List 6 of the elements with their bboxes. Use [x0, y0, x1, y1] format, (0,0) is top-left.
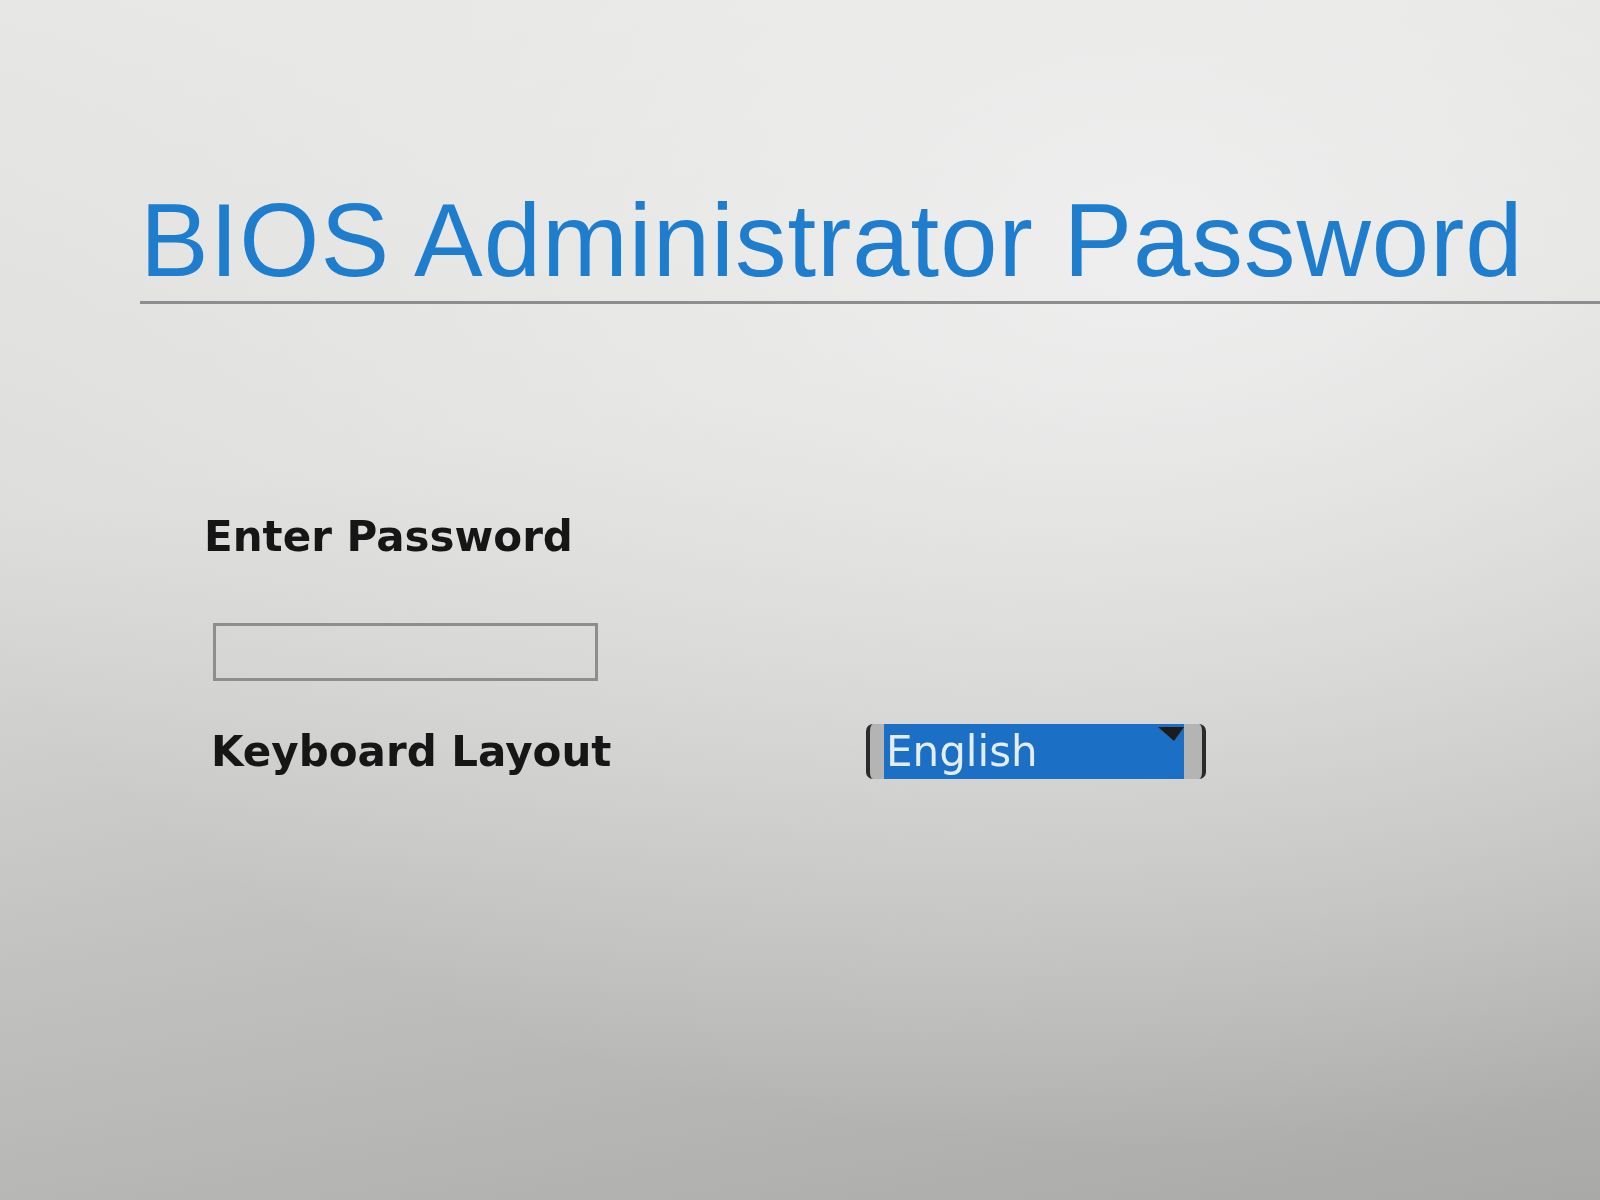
password-field[interactable]	[213, 623, 598, 682]
keyboard-layout-dropdown[interactable]: English	[866, 724, 1206, 780]
page-title: BIOS Administrator Password	[140, 187, 1524, 296]
field-label: Enter Password	[204, 512, 573, 562]
caret-icon	[1158, 727, 1184, 742]
field-label: Keyboard Layout	[211, 727, 612, 777]
